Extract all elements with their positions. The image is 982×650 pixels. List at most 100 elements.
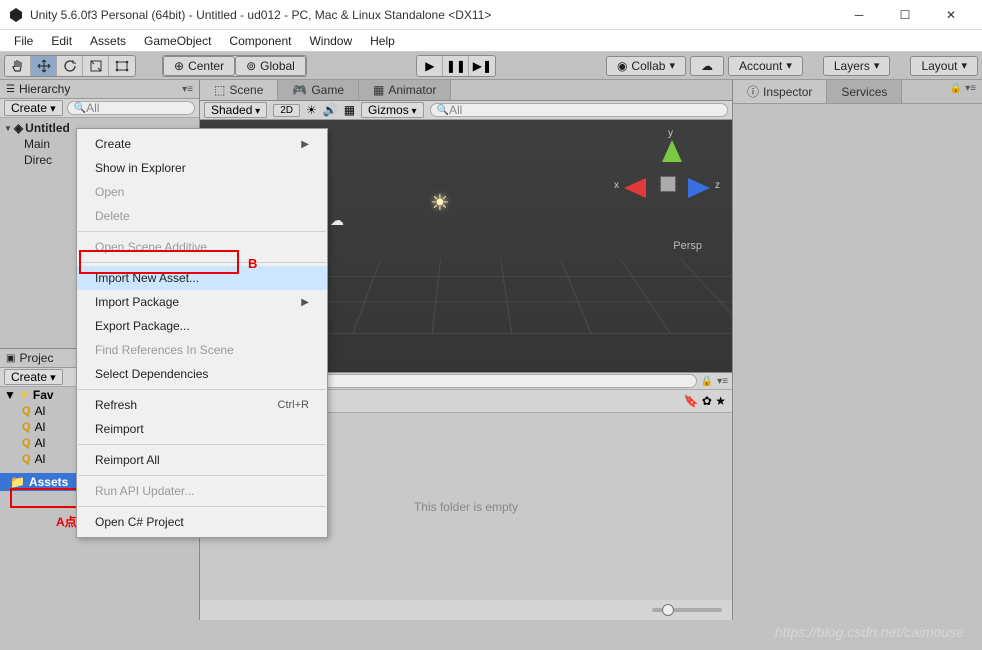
layers-dropdown[interactable]: Layers ▾ bbox=[823, 56, 891, 76]
game-tab[interactable]: 🎮Game bbox=[278, 80, 359, 100]
transform-tools bbox=[4, 55, 136, 77]
axis-x-icon[interactable] bbox=[624, 178, 646, 198]
watermark: https://blog.csdn.net/caimouse bbox=[775, 624, 964, 640]
ctx-reimport[interactable]: Reimport bbox=[77, 417, 327, 441]
lighting-toggle[interactable]: ☀ bbox=[306, 103, 317, 117]
ctx-open-scene-additive: Open Scene Additive bbox=[77, 235, 327, 259]
lock-icon[interactable]: 🔒 bbox=[701, 376, 713, 387]
play-controls: ▶ ❚❚ ▶❚ bbox=[416, 55, 496, 77]
project-icon: ▣ bbox=[6, 353, 15, 364]
search-icon: Q bbox=[22, 421, 31, 433]
hierarchy-create-button[interactable]: Create ▾ bbox=[4, 100, 63, 116]
ctx-run-api-updater: Run API Updater... bbox=[77, 479, 327, 503]
rotate-tool-button[interactable] bbox=[57, 56, 83, 76]
fx-toggle[interactable]: ▦ bbox=[344, 103, 355, 117]
menu-help[interactable]: Help bbox=[362, 32, 403, 50]
cloud-button[interactable]: ☁ bbox=[690, 56, 724, 76]
menu-gameobject[interactable]: GameObject bbox=[136, 32, 219, 50]
ctx-open-csharp-project[interactable]: Open C# Project bbox=[77, 510, 327, 534]
animator-tab[interactable]: ▦Animator bbox=[359, 80, 451, 100]
annotation-b: B bbox=[248, 256, 257, 271]
window-titlebar: Unity 5.6.0f3 Personal (64bit) - Untitle… bbox=[0, 0, 982, 30]
axis-z-icon[interactable] bbox=[688, 178, 710, 198]
play-button[interactable]: ▶ bbox=[417, 56, 443, 76]
ctx-find-references: Find References In Scene bbox=[77, 338, 327, 362]
step-button[interactable]: ▶❚ bbox=[469, 56, 495, 76]
services-tab[interactable]: Services bbox=[827, 80, 902, 103]
menu-file[interactable]: File bbox=[6, 32, 41, 50]
ctx-import-package[interactable]: Import Package▶ bbox=[77, 290, 327, 314]
ctx-import-new-asset[interactable]: Import New Asset... bbox=[77, 266, 327, 290]
mode-2d-toggle[interactable]: 2D bbox=[273, 104, 300, 117]
window-close-button[interactable]: ✕ bbox=[928, 1, 974, 29]
unity-logo-icon bbox=[8, 7, 24, 23]
lock-icon[interactable]: 🔒 ▾≡ bbox=[944, 80, 982, 103]
cloud-icon: ☁ bbox=[701, 59, 713, 73]
search-icon: Q bbox=[22, 405, 31, 417]
account-dropdown[interactable]: Account ▾ bbox=[728, 56, 803, 76]
collab-dropdown[interactable]: ◉Collab ▾ bbox=[606, 56, 686, 76]
menu-edit[interactable]: Edit bbox=[43, 32, 80, 50]
rect-tool-button[interactable] bbox=[109, 56, 135, 76]
separator bbox=[78, 475, 326, 476]
submenu-arrow-icon: ▶ bbox=[301, 139, 309, 150]
projection-label[interactable]: Persp bbox=[673, 240, 702, 252]
ctx-create[interactable]: Create▶ bbox=[77, 132, 327, 156]
search-icon: Q bbox=[22, 453, 31, 465]
unity-scene-icon: ◈ bbox=[14, 121, 23, 135]
gizmos-dropdown[interactable]: Gizmos ▾ bbox=[361, 102, 423, 118]
assets-context-menu: Create▶ Show in Explorer Open Delete Ope… bbox=[76, 128, 328, 538]
inspector-body bbox=[733, 104, 982, 644]
window-minimize-button[interactable]: ─ bbox=[836, 1, 882, 29]
pivot-rotation-button[interactable]: ⊚Global bbox=[235, 56, 306, 76]
search-icon: Q bbox=[22, 437, 31, 449]
collab-icon: ◉ bbox=[617, 59, 627, 73]
filter-icons[interactable]: 🔖 ✿ ★ bbox=[684, 394, 726, 408]
folder-icon: 📁 bbox=[10, 475, 25, 489]
panel-menu-icon[interactable]: ▾≡ bbox=[182, 84, 193, 95]
project-create-button[interactable]: Create ▾ bbox=[4, 369, 63, 385]
audio-toggle[interactable]: 🔊 bbox=[323, 103, 338, 117]
gizmo-cube-icon[interactable] bbox=[660, 176, 676, 192]
pause-button[interactable]: ❚❚ bbox=[443, 56, 469, 76]
thumbnail-size-slider[interactable] bbox=[652, 608, 722, 612]
empty-folder-label: This folder is empty bbox=[414, 500, 518, 514]
star-icon: ★ bbox=[20, 390, 29, 401]
move-tool-button[interactable] bbox=[31, 56, 57, 76]
panel-menu-icon[interactable]: ▾≡ bbox=[717, 376, 728, 387]
ctx-export-package[interactable]: Export Package... bbox=[77, 314, 327, 338]
separator bbox=[78, 389, 326, 390]
pivot-mode-button[interactable]: ⊕Center bbox=[163, 56, 235, 76]
expand-arrow-icon[interactable]: ▼ bbox=[4, 124, 12, 133]
scene-tab[interactable]: ⬚Scene bbox=[200, 80, 278, 100]
shading-dropdown[interactable]: Shaded ▾ bbox=[204, 102, 267, 118]
menu-window[interactable]: Window bbox=[301, 32, 360, 50]
layout-dropdown[interactable]: Layout ▾ bbox=[910, 56, 978, 76]
ctx-show-in-explorer[interactable]: Show in Explorer bbox=[77, 156, 327, 180]
center-icon: ⊕ bbox=[174, 59, 184, 73]
ctx-refresh[interactable]: RefreshCtrl+R bbox=[77, 393, 327, 417]
hierarchy-search-input[interactable]: 🔍All bbox=[67, 101, 195, 115]
inspector-tab[interactable]: ⓘInspector bbox=[733, 80, 827, 103]
ctx-select-dependencies[interactable]: Select Dependencies bbox=[77, 362, 327, 386]
hierarchy-icon: ☰ bbox=[6, 84, 15, 95]
window-maximize-button[interactable]: ☐ bbox=[882, 1, 928, 29]
main-menubar: File Edit Assets GameObject Component Wi… bbox=[0, 30, 982, 52]
menu-assets[interactable]: Assets bbox=[82, 32, 134, 50]
scale-tool-button[interactable] bbox=[83, 56, 109, 76]
menu-component[interactable]: Component bbox=[221, 32, 299, 50]
sun-gizmo-icon: ☀ bbox=[430, 190, 450, 216]
orientation-gizmo[interactable]: y x z bbox=[622, 140, 712, 230]
separator bbox=[78, 444, 326, 445]
scene-icon: ⬚ bbox=[214, 83, 225, 97]
ctx-reimport-all[interactable]: Reimport All bbox=[77, 448, 327, 472]
ctx-open: Open bbox=[77, 180, 327, 204]
scene-search-input[interactable]: 🔍All bbox=[430, 103, 728, 117]
window-title: Unity 5.6.0f3 Personal (64bit) - Untitle… bbox=[30, 8, 836, 22]
cloud-gizmo-icon: ☁ bbox=[330, 212, 344, 229]
axis-y-icon[interactable] bbox=[662, 140, 682, 162]
inspector-icon: ⓘ bbox=[747, 83, 759, 100]
hierarchy-tab[interactable]: ☰ Hierarchy ▾≡ bbox=[0, 80, 199, 99]
separator bbox=[78, 506, 326, 507]
hand-tool-button[interactable] bbox=[5, 56, 31, 76]
